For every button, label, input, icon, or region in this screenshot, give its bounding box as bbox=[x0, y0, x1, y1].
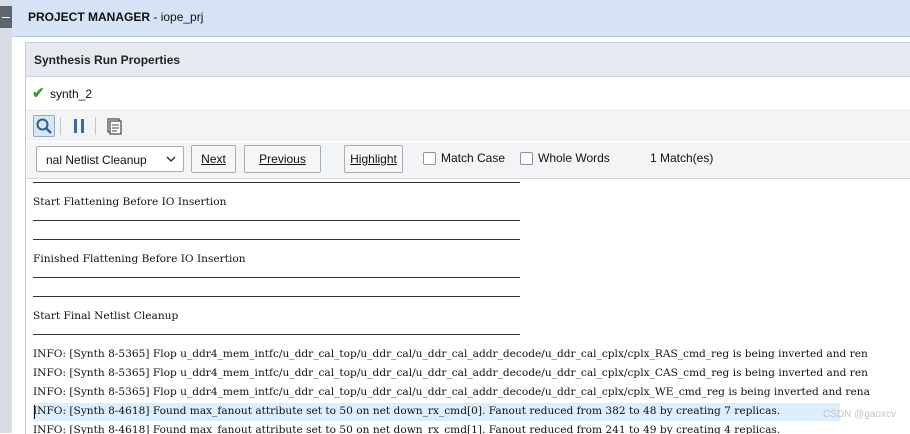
log-line: INFO: [Synth 8-5365] Flop u_ddr4_mem_int… bbox=[33, 367, 868, 379]
log-line-matched: INFO: [Synth 8-4618] Found max_fanout at… bbox=[33, 405, 781, 417]
pause-icon[interactable] bbox=[68, 115, 90, 137]
project-name: iope_prj bbox=[160, 10, 204, 24]
panel-title: Synthesis Run Properties bbox=[34, 53, 181, 67]
whole-words-label[interactable]: Whole Words bbox=[538, 151, 610, 165]
header-label: PROJECT MANAGER bbox=[28, 10, 151, 24]
log-output[interactable]: Start Flattening Before IO Insertion Fin… bbox=[26, 179, 910, 434]
search-icon[interactable] bbox=[33, 115, 55, 137]
log-divider bbox=[33, 277, 520, 278]
toolbar-separator bbox=[95, 117, 96, 135]
chevron-down-icon bbox=[166, 156, 176, 163]
watermark: CSDN @gaoxcv bbox=[823, 409, 896, 420]
header-separator: - bbox=[150, 10, 161, 24]
left-sidebar-strip bbox=[0, 0, 12, 433]
page-title: PROJECT MANAGER - iope_prj bbox=[28, 10, 203, 24]
log-section-heading: Start Flattening Before IO Insertion bbox=[33, 196, 227, 208]
run-row[interactable]: ✔ synth_2 bbox=[26, 77, 910, 111]
highlight-button[interactable]: Highlight bbox=[344, 145, 403, 173]
match-count: 1 Match(es) bbox=[650, 151, 714, 165]
collapse-panel-button[interactable]: – bbox=[0, 6, 12, 28]
search-text-value: nal Netlist Cleanup bbox=[46, 153, 147, 167]
toolbar-separator bbox=[60, 117, 61, 135]
check-icon: ✔ bbox=[32, 85, 45, 102]
log-toolbar bbox=[26, 111, 910, 141]
next-button[interactable]: Next bbox=[191, 145, 236, 173]
match-case-label[interactable]: Match Case bbox=[441, 151, 505, 165]
log-line: INFO: [Synth 8-5365] Flop u_ddr4_mem_int… bbox=[33, 386, 870, 398]
log-divider bbox=[33, 220, 520, 221]
log-divider bbox=[33, 296, 520, 297]
synthesis-run-panel: Synthesis Run Properties ✔ synth_2 nal N… bbox=[25, 42, 910, 434]
previous-button[interactable]: Previous bbox=[244, 145, 321, 173]
log-section-heading: Finished Flattening Before IO Insertion bbox=[33, 253, 246, 265]
panel-title-bar: Synthesis Run Properties bbox=[26, 43, 910, 77]
log-divider bbox=[33, 239, 520, 240]
whole-words-checkbox[interactable] bbox=[520, 152, 533, 165]
log-line: INFO: [Synth 8-5365] Flop u_ddr4_mem_int… bbox=[33, 348, 868, 360]
search-text-combo[interactable]: nal Netlist Cleanup bbox=[36, 146, 184, 172]
log-divider bbox=[33, 182, 520, 183]
project-manager-header: PROJECT MANAGER - iope_prj bbox=[12, 0, 910, 37]
match-case-checkbox[interactable] bbox=[423, 152, 436, 165]
run-name: synth_2 bbox=[50, 87, 93, 101]
log-divider bbox=[33, 334, 520, 335]
find-bar: nal Netlist Cleanup Next Previous Highli… bbox=[26, 142, 910, 179]
log-section-heading: Start Final Netlist Cleanup bbox=[33, 310, 179, 322]
copy-icon[interactable] bbox=[103, 115, 125, 137]
